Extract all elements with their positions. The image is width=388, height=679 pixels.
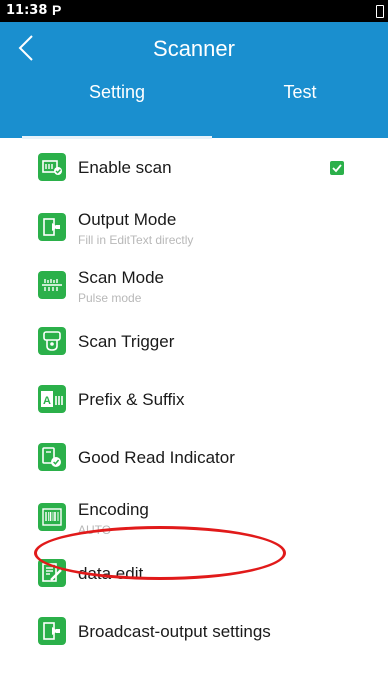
setting-enable-scan[interactable]: Enable scan [22,138,366,196]
scan-trigger-icon [38,327,66,355]
setting-data-edit[interactable]: data edit [22,544,366,602]
setting-label: Scan Trigger [78,332,175,351]
scan-mode-icon [38,271,66,299]
setting-subtitle: Pulse mode [78,291,142,305]
battery-icon [376,5,384,18]
setting-label: Enable scan [78,158,172,177]
good-read-indicator-icon [38,443,66,471]
setting-subtitle: Fill in EditText directly [78,233,194,247]
output-mode-icon [38,213,66,241]
app-bar: Scanner [0,22,388,74]
setting-label: Good Read Indicator [78,448,235,467]
data-edit-icon [38,559,66,587]
setting-encoding[interactable]: Encoding AUTO [22,486,366,544]
encoding-icon [38,503,66,531]
svg-text:A: A [43,395,51,407]
setting-label: Prefix & Suffix [78,390,185,409]
tab-bar: Setting Test [0,74,388,139]
setting-scan-mode[interactable]: Scan Mode Pulse mode [22,254,366,312]
setting-broadcast-output[interactable]: Broadcast-output settings [22,602,366,660]
enable-scan-checkbox[interactable] [330,161,344,175]
page-title: Scanner [153,36,235,61]
tab-setting-label: Setting [88,82,146,102]
setting-label: data edit [78,564,144,583]
broadcast-output-icon [38,617,66,645]
tab-test-label: Test [283,82,317,102]
setting-label: Scan Mode [78,268,164,287]
app-notification-icon: P [52,2,62,18]
enable-scan-icon [38,153,66,181]
setting-output-mode[interactable]: Output Mode Fill in EditText directly [22,196,366,254]
setting-label: Broadcast-output settings [78,622,271,641]
prefix-suffix-icon: A [38,385,66,413]
setting-label: Encoding [78,500,149,519]
status-time: 11:38 [6,3,48,18]
setting-good-read-indicator[interactable]: Good Read Indicator [22,428,366,486]
setting-label: Output Mode [78,210,177,229]
status-bar: 11:38 P [0,0,388,22]
tab-test[interactable]: Test [212,74,388,138]
setting-scan-trigger[interactable]: Scan Trigger [22,312,366,370]
setting-subtitle: AUTO [78,523,112,537]
tab-setting[interactable]: Setting [22,74,212,138]
setting-prefix-suffix[interactable]: A Prefix & Suffix [22,370,366,428]
